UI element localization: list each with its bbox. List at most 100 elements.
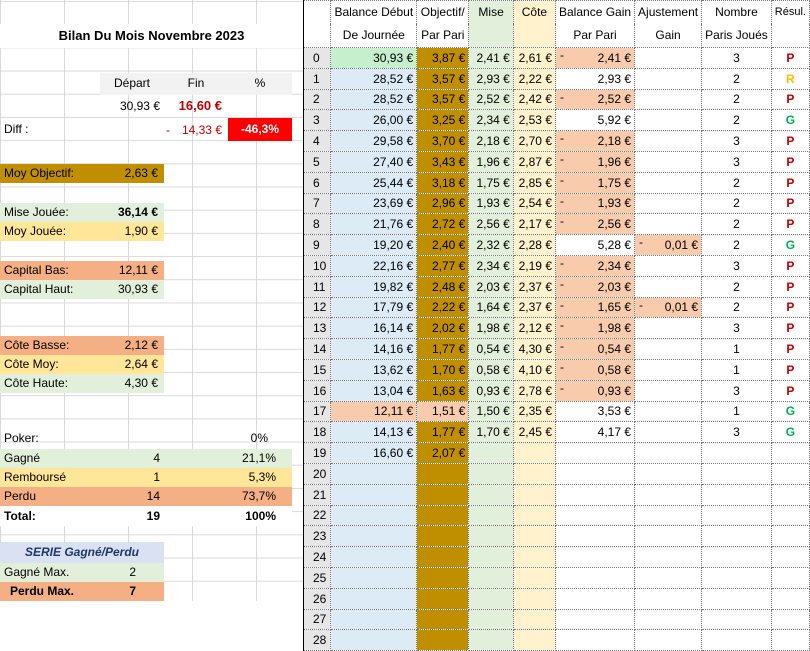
ajustement-cell[interactable] [634, 109, 703, 132]
ajustement-cell[interactable] [634, 379, 703, 402]
cote-cell[interactable]: 2,37 € [512, 296, 557, 319]
nombre-paris-cell[interactable] [701, 629, 772, 651]
cote-cell[interactable] [512, 525, 557, 548]
balance-gain-cell[interactable]: - 1,75 € [554, 171, 636, 194]
resultat-cell[interactable] [770, 608, 810, 631]
mise-cell[interactable]: 0,93 € [468, 379, 514, 402]
balance-gain-cell[interactable]: - 1,96 € [554, 150, 636, 173]
objectif-cell[interactable] [416, 525, 470, 548]
balance-debut-cell[interactable]: 13,62 € [330, 358, 418, 381]
objectif-cell[interactable]: 2,07 € [416, 442, 470, 464]
row-index[interactable]: 23 [302, 525, 332, 548]
mise-cell[interactable] [468, 629, 514, 651]
resultat-cell[interactable]: P [770, 150, 810, 173]
ajustement-cell[interactable] [634, 192, 703, 215]
resultat-cell[interactable] [770, 587, 810, 610]
cote-cell[interactable]: 2,37 € [512, 275, 557, 298]
nombre-paris-cell[interactable]: 2 [701, 234, 772, 256]
balance-gain-cell[interactable] [554, 546, 636, 568]
perdu-row[interactable]: Perdu 14 73,7% [0, 487, 292, 506]
nombre-paris-cell[interactable]: 2 [701, 88, 772, 111]
mise-cell[interactable]: 2,52 € [468, 88, 514, 111]
balance-gain-cell[interactable] [554, 525, 636, 548]
cote-cell[interactable]: 2,53 € [512, 109, 557, 132]
cote-basse-row[interactable]: Côte Basse: 2,12 € [0, 336, 164, 355]
objectif-cell[interactable]: 2,22 € [416, 296, 470, 319]
row-index[interactable]: 0 [302, 47, 332, 69]
table-row[interactable]: 9 19,20 € 2,40 € 2,32 € 2,28 € 5,28 € - 0,01 € 2… [302, 234, 810, 256]
ajustement-cell[interactable] [634, 587, 703, 610]
balance-debut-cell[interactable] [330, 608, 418, 631]
table-row[interactable]: 19 16,60 € 2,07 € [302, 442, 810, 464]
objectif-cell[interactable] [416, 462, 470, 485]
cote-cell[interactable]: 2,19 € [512, 254, 557, 277]
nombre-paris-cell[interactable]: 1 [701, 400, 772, 423]
balance-gain-cell[interactable]: - 0,58 € [554, 358, 636, 381]
nombre-paris-cell[interactable]: 3 [701, 379, 772, 402]
gagne-max-row[interactable]: Gagné Max. 2 [0, 563, 164, 582]
column-header-index[interactable] [302, 0, 332, 24]
objectif-cell[interactable]: 3,70 € [416, 130, 470, 152]
ajustement-cell[interactable]: - 0,01 € [634, 296, 703, 319]
mise-cell[interactable]: 2,18 € [468, 130, 514, 152]
balance-gain-cell[interactable]: - 2,52 € [554, 88, 636, 111]
cote-cell[interactable]: 2,12 € [512, 317, 557, 340]
resultat-cell[interactable]: P [770, 47, 810, 69]
mise-cell[interactable]: 2,34 € [468, 109, 514, 132]
resultat-cell[interactable]: P [770, 88, 810, 111]
table-row[interactable]: 16 13,04 € 1,63 € 0,93 € 2,78 € - 0,93 € 3 P [302, 379, 810, 402]
objectif-cell[interactable]: 3,87 € [416, 47, 470, 69]
resultat-cell[interactable] [770, 546, 810, 568]
moy-jouee-row[interactable]: Moy Jouée: 1,90 € [0, 222, 164, 241]
ajustement-cell[interactable] [634, 525, 703, 548]
nombre-paris-cell[interactable]: 3 [701, 421, 772, 444]
balance-debut-cell[interactable] [330, 504, 418, 527]
nombre-paris-cell[interactable]: 2 [701, 109, 772, 132]
mise-cell[interactable] [468, 483, 514, 506]
ajustement-cell[interactable] [634, 421, 703, 444]
balance-debut-cell[interactable] [330, 483, 418, 506]
objectif-cell[interactable]: 2,72 € [416, 213, 470, 236]
nombre-paris-cell[interactable]: 3 [701, 317, 772, 340]
table-row[interactable]: 17 12,11 € 1,51 € 1,50 € 2,35 € 3,53 € 1 G [302, 400, 810, 423]
mise-cell[interactable] [468, 525, 514, 548]
cote-cell[interactable]: 2,45 € [512, 421, 557, 444]
table-row[interactable]: 8 21,76 € 2,72 € 2,56 € 2,17 € - 2,56 € 2 P [302, 213, 810, 236]
objectif-cell[interactable] [416, 546, 470, 568]
column-header-objectif-line2[interactable]: Par Pari [416, 24, 470, 48]
column-header-mise[interactable]: Mise [468, 0, 514, 24]
cote-cell[interactable] [512, 608, 557, 631]
column-header-balance-gain[interactable]: Balance Gain [554, 0, 636, 24]
column-header-mise-line2[interactable] [468, 24, 514, 48]
mise-cell[interactable] [468, 608, 514, 631]
table-row[interactable]: 7 23,69 € 2,96 € 1,93 € 2,54 € - 1,93 € 2 P [302, 192, 810, 215]
ajustement-cell[interactable] [634, 317, 703, 340]
balance-debut-cell[interactable] [330, 525, 418, 548]
table-row[interactable]: 23 [302, 525, 810, 548]
mise-cell[interactable]: 2,32 € [468, 234, 514, 256]
table-row[interactable]: 14 14,16 € 1,77 € 0,54 € 4,30 € - 0,54 € 1 P [302, 338, 810, 360]
balance-gain-cell[interactable] [554, 483, 636, 506]
balance-debut-cell[interactable]: 29,58 € [330, 130, 418, 152]
nombre-paris-cell[interactable]: 3 [701, 254, 772, 277]
resultat-cell[interactable]: P [770, 296, 810, 319]
balance-gain-cell[interactable] [554, 608, 636, 631]
cote-cell[interactable]: 4,30 € [512, 338, 557, 360]
resultat-cell[interactable] [770, 483, 810, 506]
resultat-cell[interactable] [770, 504, 810, 527]
column-header-nombre-paris[interactable]: Nombre [701, 0, 772, 24]
table-row[interactable]: 11 19,82 € 2,48 € 2,03 € 2,37 € - 2,03 € 2 P [302, 275, 810, 298]
resultat-cell[interactable]: P [770, 317, 810, 340]
objectif-cell[interactable]: 1,51 € [416, 400, 470, 423]
objectif-cell[interactable]: 3,57 € [416, 67, 470, 90]
balance-debut-cell[interactable]: 14,13 € [330, 421, 418, 444]
objectif-cell[interactable]: 1,70 € [416, 358, 470, 381]
mise-cell[interactable]: 1,70 € [468, 421, 514, 444]
ajustement-cell[interactable] [634, 546, 703, 568]
objectif-cell[interactable]: 3,43 € [416, 150, 470, 173]
resultat-cell[interactable] [770, 462, 810, 485]
nombre-paris-cell[interactable]: 3 [701, 150, 772, 173]
objectif-cell[interactable]: 3,25 € [416, 109, 470, 132]
objectif-cell[interactable] [416, 483, 470, 506]
cote-cell[interactable]: 4,10 € [512, 358, 557, 381]
